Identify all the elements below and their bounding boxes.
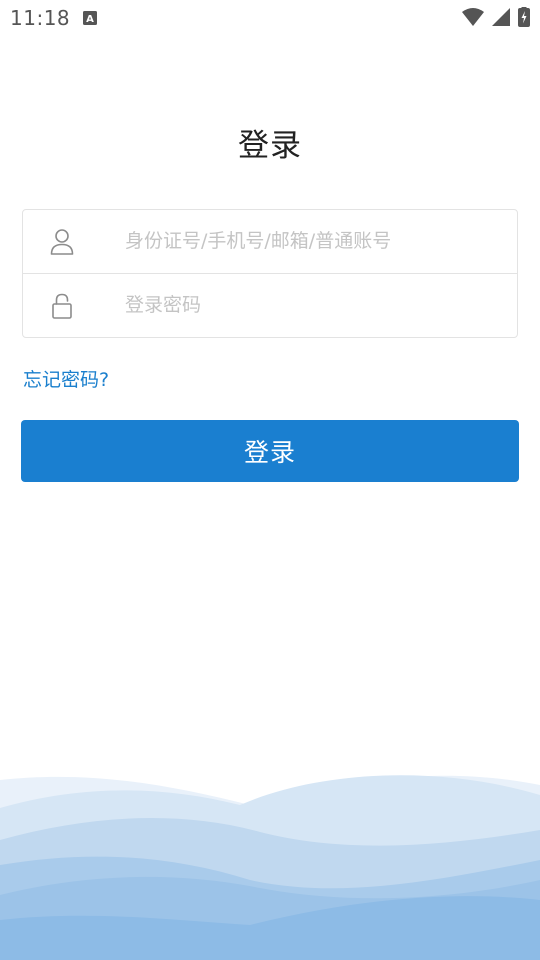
status-time: 11:18 <box>10 6 71 30</box>
status-icons <box>462 7 530 27</box>
account-input[interactable] <box>125 220 495 262</box>
keyboard-indicator-icon: A <box>83 11 97 25</box>
wifi-icon <box>462 8 484 26</box>
cell-signal-icon <box>492 8 510 26</box>
user-icon <box>50 229 74 255</box>
keyboard-indicator-label: A <box>86 14 94 25</box>
decorative-waves <box>0 775 540 960</box>
login-button[interactable]: 登录 <box>21 420 519 482</box>
lock-icon <box>52 293 72 319</box>
password-row <box>23 274 517 337</box>
battery-charging-icon <box>518 7 530 27</box>
login-screen: 11:18 A 登录 身份证号/手机号/邮箱/普通账号 忘记密码? 登录 <box>0 0 540 960</box>
page-title: 登录 <box>238 128 302 164</box>
login-form <box>22 209 518 338</box>
account-row <box>23 210 517 274</box>
forgot-password-link[interactable]: 忘记密码? <box>23 365 109 392</box>
password-input[interactable] <box>125 284 495 326</box>
status-bar: 11:18 A <box>0 0 540 36</box>
